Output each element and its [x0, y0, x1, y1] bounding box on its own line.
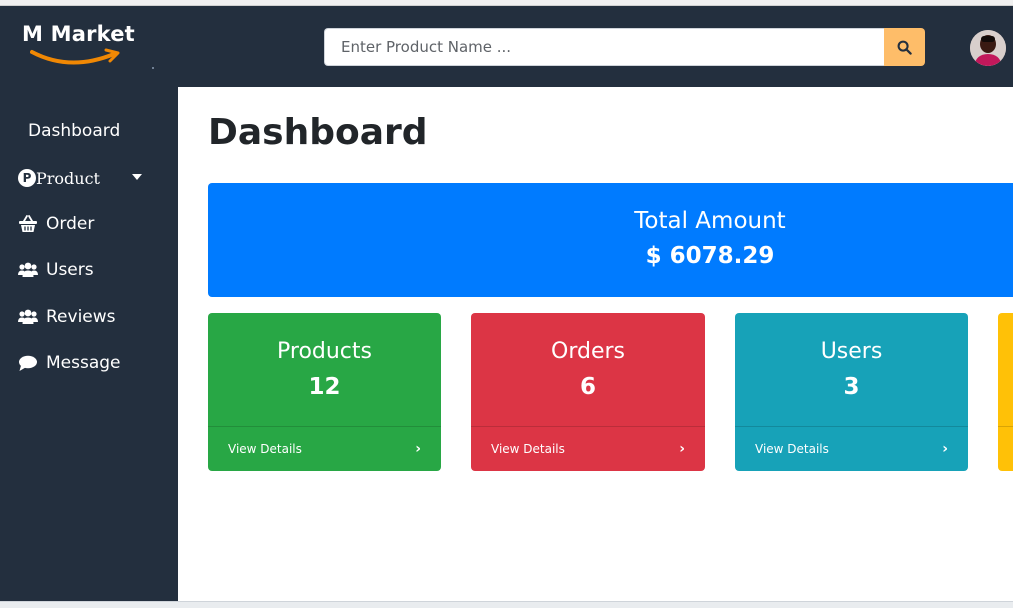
products-count: 12	[308, 374, 341, 400]
comment-icon	[18, 353, 38, 373]
sidebar-item-dashboard[interactable]: Dashboard	[0, 114, 178, 148]
page-title: Dashboard	[208, 112, 428, 153]
user-avatar[interactable]	[970, 30, 1006, 66]
sidebar-item-label: Message	[46, 353, 121, 373]
sidebar-item-users[interactable]: Users	[0, 253, 178, 287]
sidebar-item-label: Users	[46, 260, 94, 280]
partial-card	[998, 313, 1013, 471]
logo-text[interactable]: M Market	[22, 22, 135, 46]
orders-view-details-link[interactable]: View Details ›	[471, 426, 705, 471]
search-bar	[324, 28, 925, 66]
logo-dot	[152, 67, 154, 69]
search-input[interactable]	[324, 28, 884, 66]
orders-count: 6	[579, 374, 596, 400]
orders-card-title: Orders	[551, 339, 625, 364]
sidebar-item-label: Reviews	[46, 307, 116, 327]
product-badge-icon: P	[18, 169, 36, 187]
chevron-right-icon: ›	[679, 441, 685, 457]
users-card-title: Users	[820, 339, 883, 364]
avatar-image	[970, 30, 1006, 66]
chevron-right-icon: ›	[415, 441, 421, 457]
view-details-label: View Details	[491, 442, 565, 456]
partial-card-footer[interactable]	[998, 426, 1013, 471]
chevron-right-icon: ›	[942, 441, 948, 457]
products-card: Products 12 View Details ›	[208, 313, 441, 471]
basket-icon	[18, 214, 38, 234]
users-view-details-link[interactable]: View Details ›	[735, 426, 968, 471]
orders-card: Orders 6 View Details ›	[471, 313, 705, 471]
view-details-label: View Details	[755, 442, 829, 456]
sidebar-item-label: Order	[46, 214, 95, 234]
bottom-scrollbar[interactable]	[0, 601, 1013, 608]
total-amount-value: $ 6078.29	[645, 243, 775, 269]
products-view-details-link[interactable]: View Details ›	[208, 426, 441, 471]
sidebar: Dashboard P Product Order Users Reviews …	[0, 87, 178, 601]
sidebar-item-reviews[interactable]: Reviews	[0, 300, 178, 334]
view-details-label: View Details	[228, 442, 302, 456]
app-window: M Market Dashboar	[0, 0, 1013, 608]
users-card: Users 3 View Details ›	[735, 313, 968, 471]
sidebar-item-product[interactable]: P Product	[0, 161, 178, 195]
users-count: 3	[843, 374, 860, 400]
products-card-title: Products	[277, 339, 372, 364]
caret-down-icon[interactable]	[132, 174, 142, 180]
sidebar-item-order[interactable]: Order	[0, 207, 178, 241]
users-icon	[18, 307, 38, 327]
search-icon	[897, 40, 912, 55]
total-amount-label: Total Amount	[634, 208, 786, 234]
users-icon	[18, 260, 38, 280]
sidebar-item-message[interactable]: Message	[0, 346, 178, 380]
total-amount-card: Total Amount $ 6078.29	[208, 183, 1013, 297]
top-header: M Market	[0, 6, 1013, 87]
sidebar-item-label: Dashboard	[28, 121, 121, 141]
sidebar-item-label: Product	[36, 168, 100, 188]
search-button[interactable]	[884, 28, 925, 66]
logo-smile-icon	[30, 48, 120, 65]
